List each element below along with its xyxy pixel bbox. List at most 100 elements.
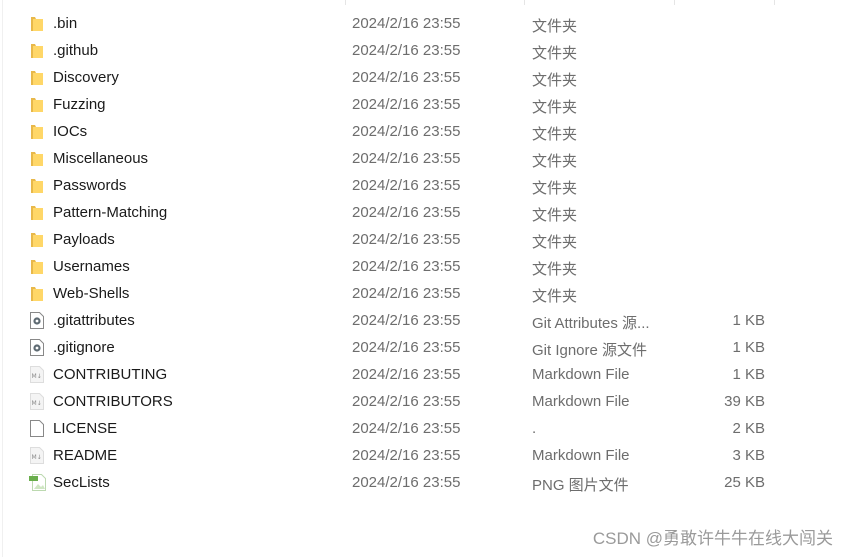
folder-icon — [29, 69, 45, 86]
file-row[interactable]: LICENSE 2024/2/16 23:55 . 2 KB — [0, 415, 800, 442]
file-date: 2024/2/16 23:55 — [352, 123, 461, 140]
file-date: 2024/2/16 23:55 — [352, 285, 461, 302]
file-name: CONTRIBUTORS — [53, 393, 173, 410]
svg-text:M↓: M↓ — [32, 373, 42, 380]
file-date: 2024/2/16 23:55 — [352, 177, 461, 194]
file-type: 文件夹 — [532, 153, 578, 170]
folder-icon — [29, 258, 45, 275]
folder-icon — [29, 15, 45, 32]
svg-text:M↓: M↓ — [32, 454, 42, 461]
settings-file-icon — [29, 339, 45, 356]
file-name: README — [53, 447, 118, 464]
file-row[interactable]: M↓ CONTRIBUTORS 2024/2/16 23:55 Markdown… — [0, 388, 800, 415]
file-size: 2 KB — [732, 420, 765, 437]
file-date: 2024/2/16 23:55 — [352, 258, 461, 275]
file-date: 2024/2/16 23:55 — [352, 69, 461, 86]
file-size: 3 KB — [732, 447, 765, 464]
file-date: 2024/2/16 23:55 — [352, 15, 461, 32]
column-divider[interactable] — [774, 0, 775, 5]
column-divider[interactable] — [674, 0, 675, 5]
file-type: PNG 图片文件 — [532, 477, 629, 494]
file-type: 文件夹 — [532, 261, 578, 278]
folder-icon — [29, 231, 45, 248]
file-type: 文件夹 — [532, 207, 578, 224]
file-row[interactable]: Passwords 2024/2/16 23:55 文件夹 — [0, 172, 800, 199]
file-name: IOCs — [53, 123, 88, 140]
file-row[interactable]: .bin 2024/2/16 23:55 文件夹 — [0, 10, 800, 37]
file-name: CONTRIBUTING — [53, 366, 168, 383]
file-row[interactable]: Web-Shells 2024/2/16 23:55 文件夹 — [0, 280, 800, 307]
file-type: 文件夹 — [532, 126, 578, 143]
file-type: Markdown File — [532, 366, 630, 383]
folder-icon — [29, 150, 45, 167]
file-type: 文件夹 — [532, 72, 578, 89]
file-row[interactable]: IOCs 2024/2/16 23:55 文件夹 — [0, 118, 800, 145]
file-type: Markdown File — [532, 393, 630, 410]
file-type: Markdown File — [532, 447, 630, 464]
folder-icon — [29, 96, 45, 113]
settings-file-icon — [29, 312, 45, 329]
column-divider[interactable] — [524, 0, 525, 5]
file-name: .gitattributes — [53, 312, 135, 329]
file-name: Fuzzing — [53, 96, 106, 113]
file-date: 2024/2/16 23:55 — [352, 474, 461, 491]
file-type: 文件夹 — [532, 234, 578, 251]
file-row[interactable]: Fuzzing 2024/2/16 23:55 文件夹 — [0, 91, 800, 118]
file-name: LICENSE — [53, 420, 118, 437]
file-row[interactable]: Payloads 2024/2/16 23:55 文件夹 — [0, 226, 800, 253]
file-date: 2024/2/16 23:55 — [352, 42, 461, 59]
folder-icon — [29, 177, 45, 194]
folder-icon — [29, 285, 45, 302]
file-row[interactable]: Miscellaneous 2024/2/16 23:55 文件夹 — [0, 145, 800, 172]
file-date: 2024/2/16 23:55 — [352, 420, 461, 437]
file-name: Payloads — [53, 231, 115, 248]
svg-text:M↓: M↓ — [32, 400, 42, 407]
file-type: 文件夹 — [532, 45, 578, 62]
file-date: 2024/2/16 23:55 — [352, 447, 461, 464]
file-row[interactable]: M↓ CONTRIBUTING 2024/2/16 23:55 Markdown… — [0, 361, 800, 388]
file-type: 文件夹 — [532, 288, 578, 305]
file-date: 2024/2/16 23:55 — [352, 312, 461, 329]
file-row[interactable]: Pattern-Matching 2024/2/16 23:55 文件夹 — [0, 199, 800, 226]
file-row[interactable]: .gitattributes 2024/2/16 23:55 Git Attri… — [0, 307, 800, 334]
file-size: 25 KB — [724, 474, 765, 491]
file-name: Discovery — [53, 69, 119, 86]
file-name: .bin — [53, 15, 78, 32]
file-date: 2024/2/16 23:55 — [352, 393, 461, 410]
file-name: Pattern-Matching — [53, 204, 168, 221]
file-name: .gitignore — [53, 339, 115, 356]
file-date: 2024/2/16 23:55 — [352, 150, 461, 167]
folder-icon — [29, 42, 45, 59]
file-row[interactable]: .github 2024/2/16 23:55 文件夹 — [0, 37, 800, 64]
file-size: 1 KB — [732, 366, 765, 383]
file-row[interactable]: Usernames 2024/2/16 23:55 文件夹 — [0, 253, 800, 280]
file-name: Web-Shells — [53, 285, 130, 302]
file-row[interactable]: .gitignore 2024/2/16 23:55 Git Ignore 源文… — [0, 334, 800, 361]
file-date: 2024/2/16 23:55 — [352, 96, 461, 113]
markdown-file-icon: M↓ — [29, 366, 45, 383]
file-date: 2024/2/16 23:55 — [352, 366, 461, 383]
folder-icon — [29, 123, 45, 140]
file-name: Usernames — [53, 258, 130, 275]
blank-file-icon — [29, 420, 45, 437]
file-type: Git Ignore 源文件 — [532, 342, 648, 359]
file-type: 文件夹 — [532, 99, 578, 116]
file-type: . — [532, 420, 537, 437]
file-date: 2024/2/16 23:55 — [352, 339, 461, 356]
column-divider[interactable] — [345, 0, 346, 5]
watermark: CSDN @勇敢许牛牛在线大闯关 — [592, 529, 833, 548]
file-row[interactable]: Discovery 2024/2/16 23:55 文件夹 — [0, 64, 800, 91]
file-name: Passwords — [53, 177, 127, 194]
file-size: 1 KB — [732, 339, 765, 356]
file-row[interactable]: SecLists 2024/2/16 23:55 PNG 图片文件 25 KB — [0, 469, 800, 496]
file-size: 39 KB — [724, 393, 765, 410]
file-name: SecLists — [53, 474, 110, 491]
file-row[interactable]: M↓ README 2024/2/16 23:55 Markdown File … — [0, 442, 800, 469]
file-name: Miscellaneous — [53, 150, 149, 167]
file-size: 1 KB — [732, 312, 765, 329]
file-type: Git Attributes 源... — [532, 315, 650, 332]
png-file-icon — [29, 474, 46, 491]
file-date: 2024/2/16 23:55 — [352, 204, 461, 221]
file-type: 文件夹 — [532, 180, 578, 197]
markdown-file-icon: M↓ — [29, 447, 45, 464]
